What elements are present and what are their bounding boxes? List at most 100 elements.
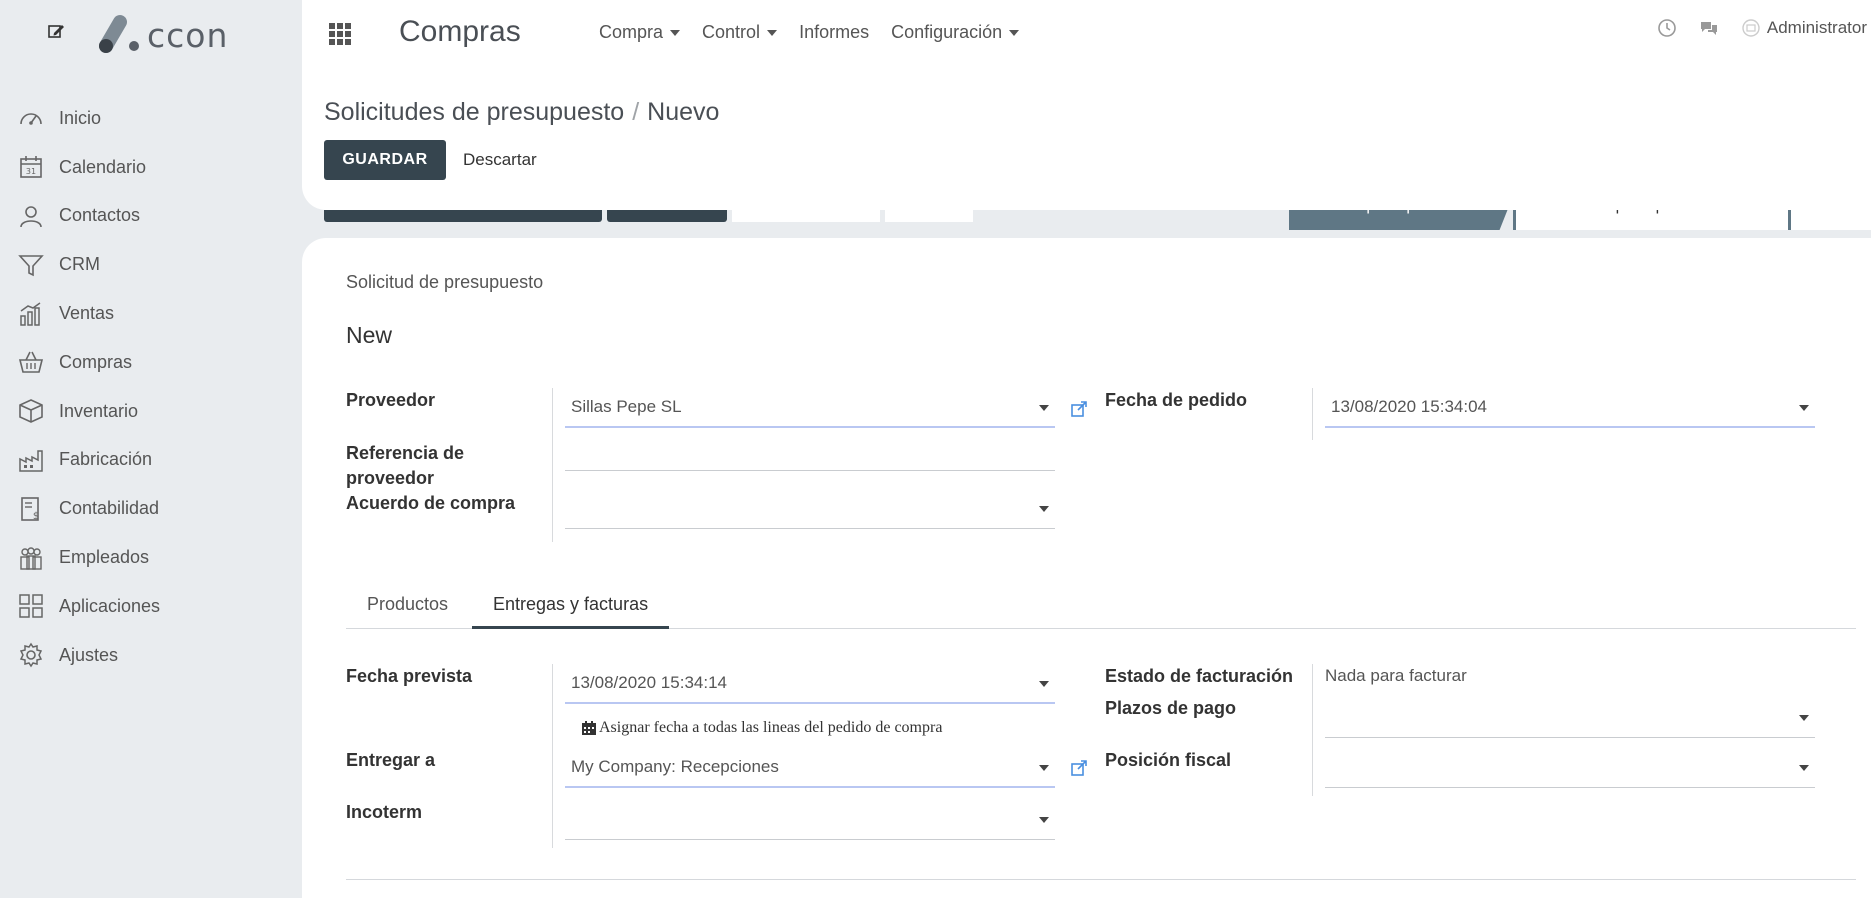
posicion-fiscal-label: Posición fiscal: [1105, 750, 1232, 770]
document-name: New: [346, 322, 393, 348]
acuerdo-label: Acuerdo de compra: [346, 493, 516, 513]
control-panel: Solicitudes de presupuesto / Nuevo GUARDAR…: [302, 68, 1871, 210]
plazos-pago-field[interactable]: [1325, 698, 1815, 738]
menu-label: Informes: [799, 22, 870, 42]
speedometer-icon: [18, 105, 44, 131]
referencia-label: Referencia de proveedor: [346, 443, 465, 488]
sidebar-item-compras[interactable]: Compras: [0, 338, 302, 387]
sidebar-item-aplicaciones[interactable]: Aplicaciones: [0, 582, 302, 631]
assign-date-button[interactable]: Asignar fecha a todas las lineas del ped…: [581, 719, 942, 737]
header-button-print[interactable]: [607, 210, 727, 222]
estado-facturacion-label: Estado de facturación: [1105, 666, 1294, 686]
menu-control[interactable]: Control: [702, 22, 778, 43]
fecha-pedido-value: 13/08/2020 15:34:04: [1331, 397, 1487, 416]
breadcrumb-parent-link[interactable]: Solicitudes de presupuesto: [324, 98, 624, 126]
sidebar-item-inicio[interactable]: Inicio: [0, 94, 302, 143]
breadcrumb-separator: /: [632, 98, 640, 126]
header-button-confirm[interactable]: [324, 210, 602, 222]
proveedor-value: Sillas Pepe SL: [571, 397, 682, 416]
menu-label: Configuración: [891, 22, 1003, 42]
sidebar-item-label: Ajustes: [59, 644, 119, 665]
menu-configuracion[interactable]: Configuración: [891, 22, 1020, 43]
sidebar-item-calendario[interactable]: 31 Calendario: [0, 143, 302, 192]
apps-menu-icon[interactable]: [328, 22, 352, 46]
fecha-pedido-label: Fecha de pedido: [1105, 390, 1248, 410]
sidebar-item-crm[interactable]: CRM: [0, 240, 302, 289]
menu-compra[interactable]: Compra: [599, 22, 681, 43]
header-button-cancel[interactable]: [885, 210, 973, 222]
menu-informes[interactable]: Informes: [799, 22, 869, 43]
app-title: Compras: [399, 15, 521, 48]
sidebar-item-label: Calendario: [59, 156, 147, 177]
dropdown-caret-icon: [1799, 715, 1809, 721]
avatar: [1741, 18, 1761, 38]
basket-icon: [18, 349, 44, 375]
sidebar-item-contactos[interactable]: Contactos: [0, 192, 302, 241]
external-link-icon[interactable]: [1070, 759, 1088, 777]
user-icon: [18, 203, 44, 229]
fecha-pedido-field[interactable]: 13/08/2020 15:34:04: [1325, 388, 1815, 428]
user-menu[interactable]: Administrator: [1741, 18, 1867, 38]
invoice-icon: $: [18, 496, 44, 522]
external-link-icon[interactable]: [1070, 400, 1088, 418]
apps-grid-icon: [18, 593, 44, 619]
activity-clock-icon[interactable]: [1657, 18, 1677, 38]
box-icon: [18, 398, 44, 424]
menu-label: Control: [702, 22, 761, 42]
plazos-pago-label: Plazos de pago: [1105, 698, 1237, 718]
logo-area: ccon: [0, 0, 302, 70]
bar-chart-icon: [18, 301, 44, 327]
sidebar-item-label: Contabilidad: [59, 498, 160, 519]
divider: [552, 664, 553, 848]
divider: [1312, 388, 1313, 440]
tab-productos[interactable]: Productos: [346, 582, 469, 626]
referencia-field[interactable]: [565, 431, 1055, 471]
assign-date-label: Asignar fecha a todas las lineas del ped…: [599, 719, 943, 736]
save-button[interactable]: GUARDAR: [324, 140, 446, 180]
dropdown-caret-icon: [1799, 765, 1809, 771]
dropdown-caret-icon: [1799, 405, 1809, 411]
svg-text:31: 31: [26, 167, 36, 176]
dropdown-caret-icon: [1039, 817, 1049, 823]
sidebar-item-label: Ventas: [59, 303, 115, 324]
entregar-value: My Company: Recepciones: [571, 757, 779, 776]
tab-entregas-facturas[interactable]: Entregas y facturas: [472, 582, 670, 629]
sidebar-item-ajustes[interactable]: Ajustes: [0, 631, 302, 680]
chat-icon[interactable]: [1699, 18, 1719, 38]
proveedor-field[interactable]: Sillas Pepe SL: [565, 388, 1055, 428]
calendar-icon: [581, 720, 597, 736]
sidebar-item-empleados[interactable]: Empleados: [0, 533, 302, 582]
sidebar: ccon Inicio 31 Calendario Contactos CRM …: [0, 0, 302, 883]
sidebar-item-fabricacion[interactable]: Fabricación: [0, 436, 302, 485]
breadcrumb-current: Nuevo: [647, 98, 720, 126]
user-name: Administrator: [1766, 18, 1867, 37]
sidebar-nav: Inicio 31 Calendario Contactos CRM Venta…: [0, 94, 302, 680]
posicion-fiscal-field[interactable]: [1325, 748, 1815, 788]
incoterm-field[interactable]: [565, 800, 1055, 840]
edit-icon[interactable]: [46, 21, 66, 41]
incoterm-label: Incoterm: [346, 802, 423, 822]
sidebar-item-label: Compras: [59, 351, 133, 372]
funnel-icon: [18, 252, 44, 278]
sidebar-item-ventas[interactable]: Ventas: [0, 289, 302, 338]
sidebar-item-contabilidad[interactable]: $ Contabilidad: [0, 484, 302, 533]
sidebar-item-label: Inventario: [59, 400, 139, 421]
people-icon: [18, 545, 44, 571]
breadcrumb: Solicitudes de presupuesto / Nuevo: [324, 98, 719, 127]
sidebar-item-inventario[interactable]: Inventario: [0, 387, 302, 436]
entregar-field[interactable]: My Company: Recepciones: [565, 748, 1055, 788]
fecha-prevista-value: 13/08/2020 15:34:14: [571, 673, 727, 692]
dropdown-caret-icon: [1039, 765, 1049, 771]
dropdown-caret-icon: [1039, 506, 1049, 512]
acuerdo-field[interactable]: [565, 489, 1055, 529]
caret-down-icon: [670, 29, 681, 36]
dropdown-caret-icon: [1039, 681, 1049, 687]
header-button-send[interactable]: [732, 210, 880, 222]
proveedor-label: Proveedor: [346, 390, 436, 410]
sidebar-item-label: Contactos: [59, 205, 141, 226]
factory-icon: [18, 447, 44, 473]
discard-button[interactable]: Descartar: [463, 140, 537, 180]
fecha-prevista-field[interactable]: 13/08/2020 15:34:14: [565, 664, 1055, 704]
section-divider: [346, 879, 1856, 880]
topbar: Compras Compra Control Informes Configur…: [302, 0, 1871, 69]
